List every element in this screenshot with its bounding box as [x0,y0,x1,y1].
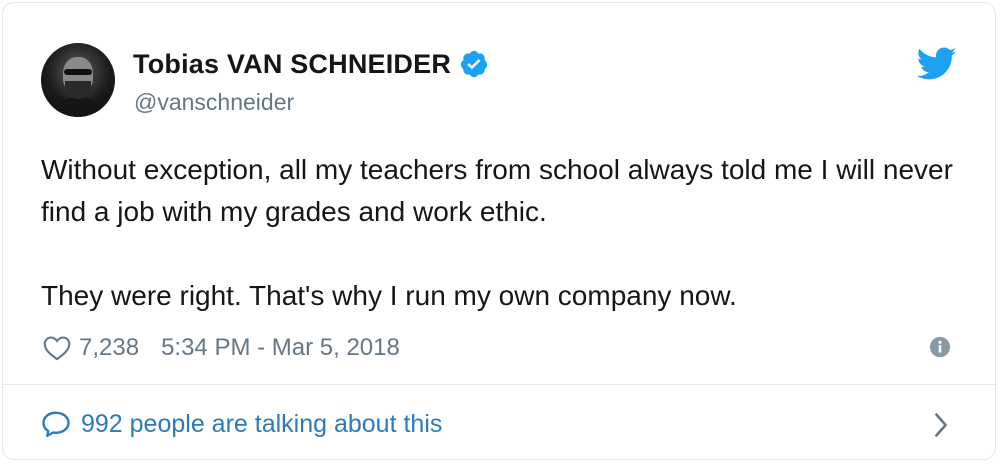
author-handle[interactable]: @vanschneider [134,89,294,116]
tweet-paragraph: They were right. That's why I run my own… [41,280,737,311]
twitter-bird-icon[interactable] [917,47,957,81]
tweet-card: Tobias VAN SCHNEIDER @vanschneider Witho… [2,2,996,460]
divider [3,384,995,385]
tweet-text: Without exception, all my teachers from … [41,149,971,317]
tweet-timestamp[interactable]: 5:34 PM - Mar 5, 2018 [161,334,400,362]
chevron-right-icon[interactable] [931,411,951,439]
avatar-beard [65,81,91,99]
verified-badge-icon [460,50,488,78]
heart-icon[interactable] [43,335,71,361]
tweet-paragraph: Without exception, all my teachers from … [41,154,953,227]
conversation-link[interactable]: 992 people are talking about this [41,407,442,441]
avatar-glasses [64,69,92,75]
conversation-label[interactable]: 992 people are talking about this [81,410,442,439]
author-name-row[interactable]: Tobias VAN SCHNEIDER [133,47,489,81]
avatar-body [51,97,105,117]
info-icon[interactable] [929,336,951,358]
like-count[interactable]: 7,238 [79,334,139,362]
avatar[interactable] [41,43,115,117]
speech-bubble-icon [42,411,70,438]
author-display-name[interactable]: Tobias VAN SCHNEIDER [133,49,451,80]
tweet-meta: 7,238 5:34 PM - Mar 5, 2018 [41,331,400,365]
